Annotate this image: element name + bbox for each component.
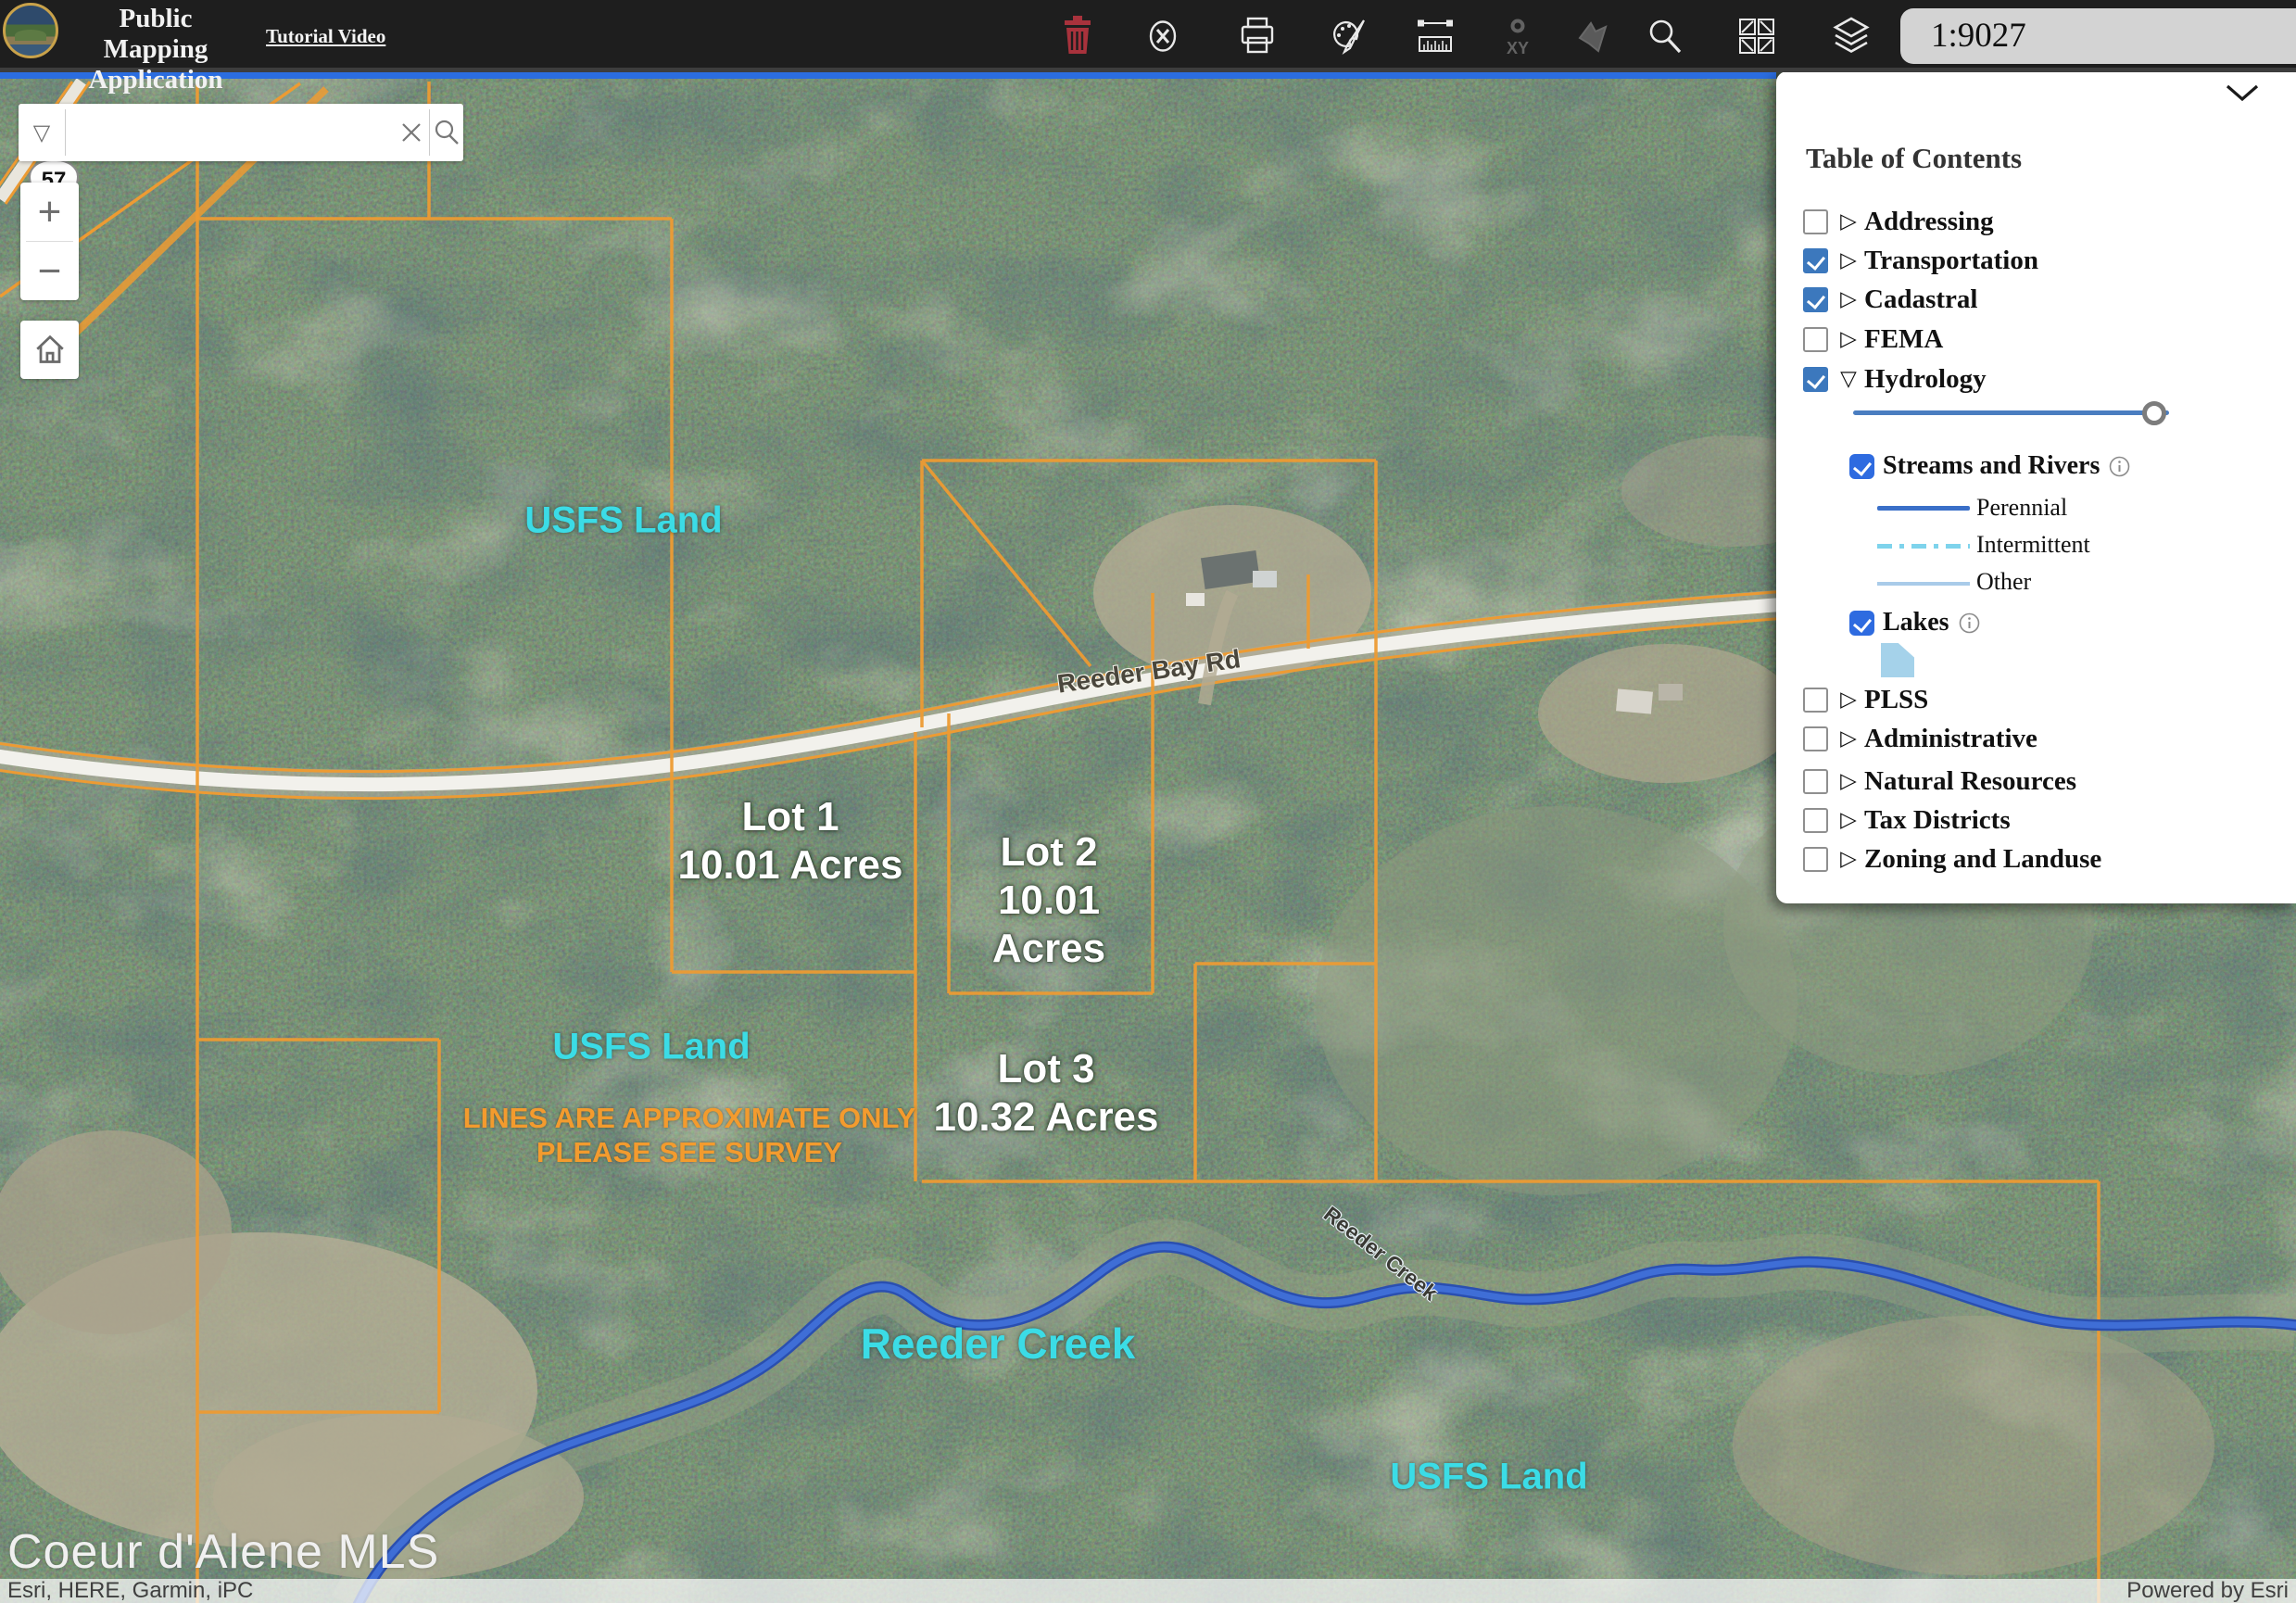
chevron-down-icon — [2225, 82, 2260, 103]
scale-input[interactable]: 1:9027 — [1900, 8, 2296, 64]
home-icon — [32, 332, 69, 369]
attribution-sources: Esri, HERE, Garmin, iPC — [7, 1579, 253, 1603]
expand-arrow-icon[interactable]: ▷ — [1836, 688, 1861, 712]
layer-checkbox[interactable] — [1803, 367, 1828, 392]
legend-label: Perennial — [1976, 494, 2067, 522]
layer-row-plss: ▷ PLSS — [1803, 685, 1928, 714]
layer-checkbox[interactable] — [1803, 808, 1828, 833]
search-widget: ▽ — [19, 104, 463, 161]
legend-swatch-intermittent — [1877, 544, 1970, 549]
sublayer-checkbox[interactable] — [1849, 611, 1874, 636]
basemap-gallery-icon[interactable] — [1734, 12, 1780, 60]
xy-coordinates-icon[interactable]: XY — [1495, 12, 1541, 60]
layer-label: PLSS — [1864, 685, 1928, 715]
info-icon[interactable] — [2109, 456, 2130, 477]
magnifier-icon — [433, 119, 460, 146]
app-header: Public MappingApplication Tutorial Video — [0, 0, 2296, 72]
layer-row-addressing: ▷ Addressing — [1803, 207, 1994, 236]
panel-title: Table of Contents — [1806, 142, 2022, 175]
attribution-bar: Esri, HERE, Garmin, iPC Powered by Esri — [0, 1579, 2296, 1603]
layer-row-tax-districts: ▷ Tax Districts — [1803, 805, 2011, 835]
layer-checkbox[interactable] — [1803, 769, 1828, 794]
layer-row-zoning-landuse: ▷ Zoning and Landuse — [1803, 844, 2101, 874]
sublayer-row-lakes: Lakes — [1849, 608, 1980, 637]
layer-row-transportation: ▷ Transportation — [1803, 246, 2038, 275]
layer-row-fema: ▷ FEMA — [1803, 324, 1943, 354]
info-icon[interactable] — [1959, 612, 1980, 634]
layer-checkbox[interactable] — [1803, 327, 1828, 352]
watermark: Coeur d'Alene MLS — [7, 1524, 439, 1580]
expand-arrow-icon[interactable]: ▷ — [1836, 287, 1861, 311]
sublayer-label: Streams and Rivers — [1883, 451, 2100, 481]
expand-arrow-icon[interactable]: ▷ — [1836, 726, 1861, 751]
layer-row-administrative: ▷ Administrative — [1803, 724, 2037, 753]
layers-icon[interactable] — [1828, 12, 1874, 60]
zoom-control: + − — [20, 183, 79, 300]
close-circle-icon[interactable] — [1140, 12, 1186, 60]
layer-label: Administrative — [1864, 724, 2037, 754]
expand-arrow-icon[interactable]: ▷ — [1836, 769, 1861, 793]
layer-label: Tax Districts — [1864, 805, 2011, 836]
legend-label: Intermittent — [1976, 531, 2090, 559]
zoom-out-button[interactable]: − — [20, 242, 79, 300]
expand-arrow-icon[interactable]: ▷ — [1836, 327, 1861, 351]
zoom-in-button[interactable]: + — [20, 183, 79, 241]
tutorial-video-link[interactable]: Tutorial Video — [266, 25, 385, 48]
expand-arrow-icon[interactable]: ▷ — [1836, 847, 1861, 871]
svg-text:XY: XY — [1507, 39, 1529, 57]
layer-checkbox[interactable] — [1803, 287, 1828, 312]
search-source-dropdown[interactable]: ▽ — [19, 104, 65, 161]
home-button[interactable] — [20, 321, 79, 379]
layer-checkbox[interactable] — [1803, 209, 1828, 234]
expand-arrow-icon[interactable]: ▷ — [1836, 808, 1861, 832]
legend-swatch-lakes — [1881, 643, 1914, 677]
sublayer-checkbox[interactable] — [1849, 454, 1874, 479]
layer-label: Cadastral — [1864, 284, 1977, 315]
layer-row-natural-resources: ▷ Natural Resources — [1803, 766, 2076, 796]
app-title: Public MappingApplication — [72, 4, 239, 95]
extent-arrows-icon[interactable] — [1570, 12, 1616, 60]
county-logo — [3, 3, 58, 58]
transparency-slider-handle[interactable] — [2142, 401, 2166, 425]
expand-arrow-icon[interactable]: ▷ — [1836, 248, 1861, 272]
expand-arrow-icon[interactable]: ▷ — [1836, 209, 1861, 234]
search-clear-button[interactable] — [395, 104, 429, 161]
table-of-contents-panel: Table of Contents ▷ Addressing ▷ Transpo… — [1776, 71, 2296, 903]
close-icon — [399, 120, 423, 145]
panel-collapse-button[interactable] — [2222, 79, 2263, 107]
transparency-slider-track[interactable] — [1853, 410, 2169, 415]
layer-row-hydrology: ▽ Hydrology — [1803, 364, 1987, 394]
layer-checkbox[interactable] — [1803, 248, 1828, 273]
layer-label: Addressing — [1864, 207, 1994, 237]
legend-swatch-perennial — [1877, 506, 1970, 511]
layer-row-cadastral: ▷ Cadastral — [1803, 284, 1977, 314]
print-icon[interactable] — [1234, 12, 1280, 60]
layer-label: Natural Resources — [1864, 766, 2076, 797]
layer-checkbox[interactable] — [1803, 847, 1828, 872]
layer-label: FEMA — [1864, 324, 1943, 355]
search-submit-button[interactable] — [429, 104, 463, 161]
layer-label: Transportation — [1864, 246, 2038, 276]
legend-swatch-other — [1877, 582, 1970, 586]
layer-checkbox[interactable] — [1803, 726, 1828, 751]
legend-label: Other — [1976, 568, 2031, 596]
search-input[interactable] — [66, 104, 395, 161]
delete-graphics-icon[interactable] — [1054, 12, 1101, 60]
app-window: USFS Land USFS Land USFS Land Reeder Cre… — [0, 0, 2296, 1603]
layer-label: Zoning and Landuse — [1864, 844, 2101, 875]
measure-icon[interactable] — [1412, 12, 1458, 60]
chevron-down-icon: ▽ — [33, 120, 50, 146]
sublayer-row-streams: Streams and Rivers — [1849, 451, 2130, 481]
layer-label: Hydrology — [1864, 364, 1987, 395]
search-icon[interactable] — [1642, 12, 1688, 60]
map-top-border — [0, 72, 1776, 79]
powered-by-esri: Powered by Esri — [2126, 1579, 2289, 1603]
draw-palette-icon[interactable] — [1326, 12, 1372, 60]
sublayer-label: Lakes — [1883, 608, 1949, 637]
collapse-arrow-icon[interactable]: ▽ — [1836, 367, 1861, 391]
layer-checkbox[interactable] — [1803, 688, 1828, 713]
